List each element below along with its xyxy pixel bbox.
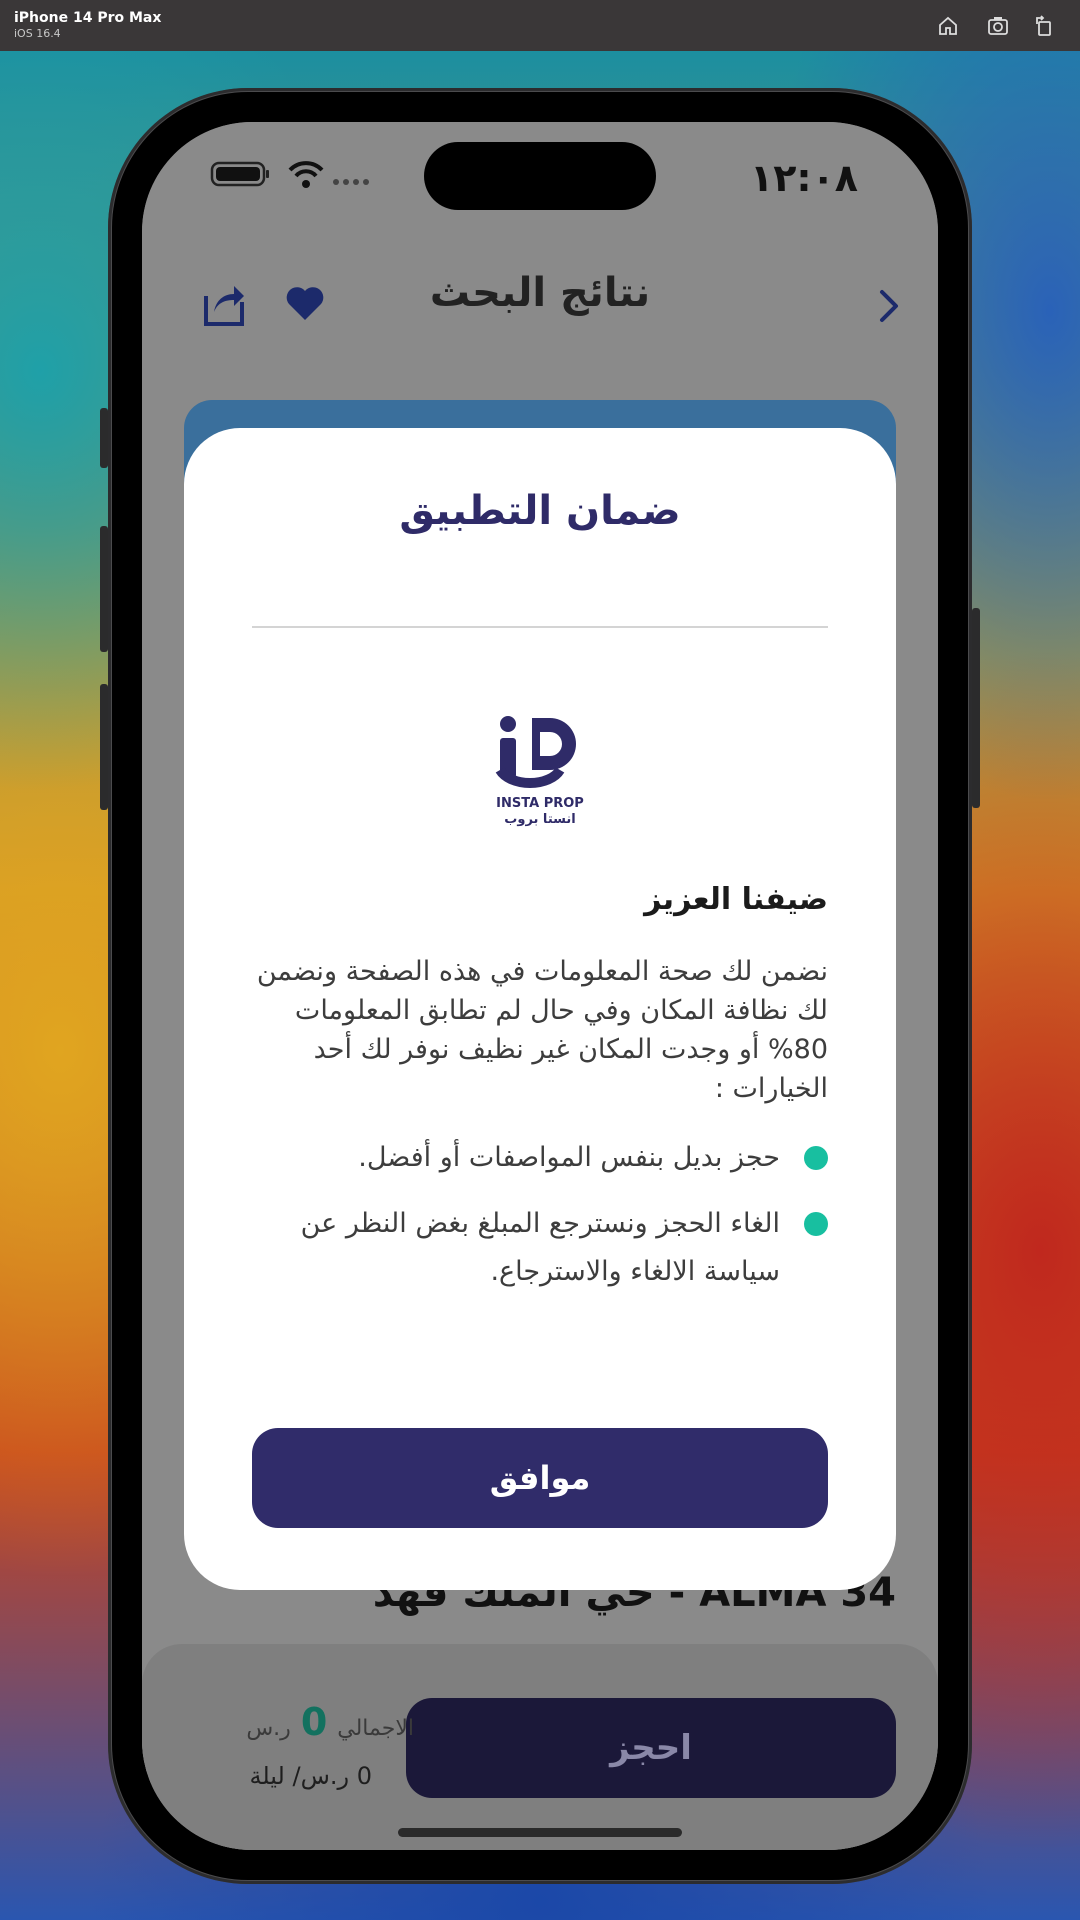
power-button [972, 608, 980, 808]
total-currency: ر.س [246, 1716, 291, 1741]
option-text: حجز بديل بنفس المواصفات أو أفضل. [358, 1142, 780, 1173]
option-item: حجز بديل بنفس المواصفات أو أفضل. [248, 1134, 828, 1182]
share-icon[interactable] [200, 280, 248, 328]
option-item: الغاء الحجز ونسترجع المبلغ بغض النظر عن … [248, 1200, 828, 1296]
guarantee-body: نضمن لك صحة المعلومات في هذه الصفحة ونضم… [256, 956, 828, 1104]
device-name: iPhone 14 Pro Max [14, 10, 162, 26]
battery-icon [210, 161, 269, 187]
option-text: الغاء الحجز ونسترجع المبلغ بغض النظر عن … [300, 1208, 780, 1287]
volume-down-button [100, 684, 108, 810]
bullet-dot [804, 1212, 828, 1236]
bullet-dot [804, 1146, 828, 1170]
total-value: 0 [300, 1700, 328, 1744]
dynamic-island [424, 142, 656, 210]
total-label: الاجمالي [337, 1716, 414, 1741]
volume-up-button [100, 526, 108, 652]
mute-switch [100, 408, 108, 468]
guarantee-modal: ضمان التطبيق INSTA PROP انستا بروب ضيفنا… [184, 428, 896, 1590]
status-time: ١٢:٠٨ [750, 156, 858, 200]
rotate-icon[interactable] [1032, 14, 1056, 38]
chevron-right-icon[interactable] [872, 284, 908, 328]
heart-icon[interactable] [284, 282, 326, 324]
os-version: iOS 16.4 [14, 27, 61, 40]
home-icon[interactable] [936, 14, 960, 38]
logo-text-en: INSTA PROP [496, 796, 584, 811]
agree-button[interactable]: موافق [252, 1428, 828, 1528]
divider [252, 626, 828, 628]
home-indicator[interactable] [398, 1828, 682, 1837]
logo-text-ar: انستا بروب [504, 812, 576, 827]
modal-title: ضمان التطبيق [399, 488, 681, 534]
total-summary: الاجمالي 0 ر.س [184, 1700, 414, 1744]
signal-icon [333, 179, 369, 185]
status-icons [210, 158, 400, 188]
greeting: ضيفنا العزيز [644, 882, 828, 917]
book-button[interactable]: احجز [406, 1698, 896, 1798]
phone-screen: ١٢:٠٨ نتائج البحث ALMA 34 - حي الملك فهد… [142, 122, 938, 1850]
screenshot-icon[interactable] [986, 14, 1010, 38]
wifi-icon [288, 161, 324, 188]
simulator-toolbar: iPhone 14 Pro Max iOS 16.4 [0, 0, 1080, 51]
price-per-night: 0 ر.س/ ليلة [249, 1762, 372, 1790]
page-title: نتائج البحث [429, 270, 651, 316]
